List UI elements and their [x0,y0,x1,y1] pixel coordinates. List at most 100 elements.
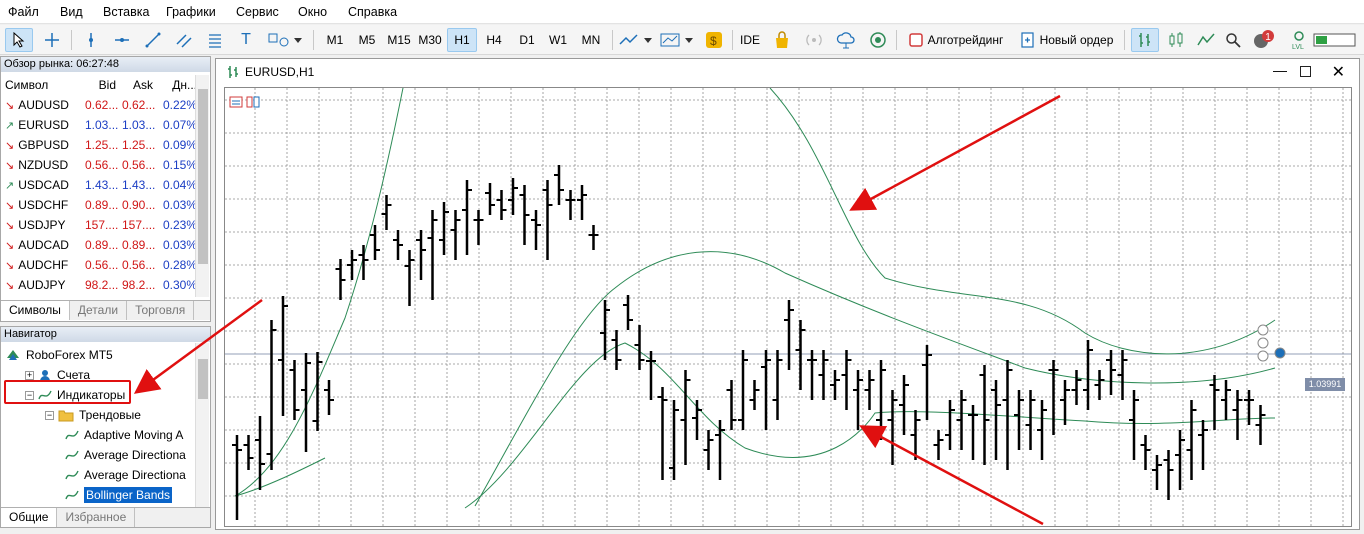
fibonacci-icon[interactable] [202,28,228,52]
navigator-item[interactable]: RoboForex MT5 [5,345,113,365]
market-watch-row[interactable]: ↘ AUDJPY 98.2... 98.2... 0.30% [2,275,200,295]
collapse-icon[interactable]: − [45,410,54,420]
vps-icon[interactable] [802,28,826,52]
market-watch-change: 0.07% [162,118,197,132]
ohlc-bar [462,180,472,255]
market-watch-header-2[interactable]: Ask [119,75,156,95]
navigator-scrollbar[interactable] [195,343,209,507]
market-watch-row[interactable]: ↘ AUDCHF 0.56... 0.56... 0.28% [2,255,200,275]
notifications-icon[interactable]: 1 [1250,28,1278,52]
close-button[interactable]: ✕ [1332,62,1345,82]
algo-trading-button[interactable]: Алготрейдинг [903,28,1009,52]
expand-icon[interactable]: + [25,370,34,380]
line-chart-icon[interactable] [1193,28,1219,52]
ide-button[interactable]: IDE [738,28,762,52]
timeframe-d1[interactable]: D1 [512,28,542,52]
one-click-trading-icon[interactable] [229,96,243,108]
navigator-item[interactable]: Bollinger Bands [65,485,173,505]
timeframe-mn[interactable]: MN [576,28,606,52]
market-watch-header-3[interactable]: Дн... [156,75,200,95]
channel-icon[interactable] [171,28,197,52]
search-icon[interactable] [1221,28,1245,52]
indicators-highlight-box [4,380,131,404]
market-icon[interactable]: $ [702,28,726,52]
market-watch-header-0[interactable]: Символ [2,75,82,95]
menu-item-2[interactable]: Вставка [103,5,149,19]
hosting-icon[interactable] [834,28,858,52]
minimize-button[interactable]: — [1273,62,1287,78]
timeframe-m15[interactable]: M15 [384,28,414,52]
navigator-title: Навигатор [1,327,210,342]
tab-2[interactable]: Торговля [127,301,195,320]
chart-type-icon[interactable] [618,28,654,52]
navigator-item[interactable]: Average Directiona [65,465,186,485]
market-watch-row[interactable]: ↘ NZDUSD 0.56... 0.56... 0.15% [2,155,200,175]
market-watch-ask: 1.03... [122,118,156,132]
ohlc-bar [1014,390,1024,450]
navigator-item[interactable]: − Трендовые [45,405,141,425]
signals-icon[interactable] [770,28,794,52]
market-watch-header-1[interactable]: Bid [82,75,119,95]
maximize-button[interactable] [1300,66,1311,77]
indicator-icon [65,450,79,460]
bars-icon[interactable] [1131,28,1159,52]
ohlc-bar [991,380,1001,460]
text-icon[interactable]: T [233,28,259,52]
market-watch-row[interactable]: ↘ GBPUSD 1.25... 1.25... 0.09% [2,135,200,155]
template-icon[interactable] [658,28,696,52]
cursor-icon[interactable] [5,28,33,52]
tab-1[interactable]: Избранное [57,508,136,527]
depth-of-market-icon[interactable] [246,96,260,108]
shapes-icon[interactable] [262,28,307,52]
algo-trading-label: Алготрейдинг [927,33,1004,47]
tab-0[interactable]: Общие [1,508,58,527]
market-watch-scrollbar[interactable] [195,75,209,297]
menu-item-4[interactable]: Сервис [236,5,279,19]
market-watch-change: 0.09% [162,138,197,152]
navigator-item[interactable]: Average Directiona [65,445,186,465]
chart-plot-area[interactable]: 1.03991 [224,87,1352,527]
candles-icon[interactable] [1163,28,1189,52]
vertical-line-icon[interactable] [78,28,104,52]
menu-item-3[interactable]: Графики [166,5,216,19]
ohlc-bar [1255,405,1266,445]
market-watch-bid: 98.2... [85,278,119,292]
ohlc-bar [1048,360,1059,435]
market-watch-ask: 1.25... [122,138,156,152]
timeframe-m1[interactable]: M1 [320,28,350,52]
timeframe-m5[interactable]: M5 [352,28,382,52]
timeframe-m30[interactable]: M30 [415,28,445,52]
market-watch-row[interactable]: ↗ USDCAD 1.43... 1.43... 0.04% [2,175,200,195]
menu-item-0[interactable]: Файл [8,5,39,19]
tab-0[interactable]: Символы [1,301,70,320]
menu-item-5[interactable]: Окно [298,5,327,19]
horizontal-line-icon[interactable] [109,28,135,52]
ohlc-bar [427,210,438,300]
ohlc-bar [1209,375,1220,430]
tab-1[interactable]: Детали [70,301,128,320]
menu-item-1[interactable]: Вид [60,5,83,19]
market-watch-row[interactable]: ↘ USDJPY 157.... 157.... 0.23% [2,215,200,235]
signal-strength-icon [1312,28,1358,52]
navigator-tabs: Общие Избранное [1,507,210,527]
market-watch-row[interactable]: ↗ EURUSD 1.03... 1.03... 0.07% [2,115,200,135]
timeframe-w1[interactable]: W1 [543,28,573,52]
new-order-button[interactable]: Новый ордер [1014,28,1120,52]
timeframe-h1[interactable]: H1 [447,28,477,52]
ohlc-bar [807,350,817,400]
market-watch-bid: 1.43... [85,178,119,192]
symbol-name: GBPUSD [18,138,69,152]
ohlc-bar [1198,420,1208,470]
menu-item-6[interactable]: Справка [348,5,397,19]
timeframe-h4[interactable]: H4 [479,28,509,52]
user-icon[interactable]: LVL [1288,28,1310,52]
algo-stop-icon[interactable] [866,28,890,52]
market-watch-row[interactable]: ↘ USDCHF 0.89... 0.90... 0.03% [2,195,200,215]
symbol-name: AUDUSD [18,98,69,112]
crosshair-icon[interactable] [38,28,66,52]
navigator-item[interactable]: Adaptive Moving A [65,425,183,445]
market-watch-row[interactable]: ↘ AUDCAD 0.89... 0.89... 0.03% [2,235,200,255]
trendline-icon[interactable] [140,28,166,52]
market-watch-row[interactable]: ↘ AUDUSD 0.62... 0.62... 0.22% [2,95,200,115]
ohlc-bar [243,435,254,470]
